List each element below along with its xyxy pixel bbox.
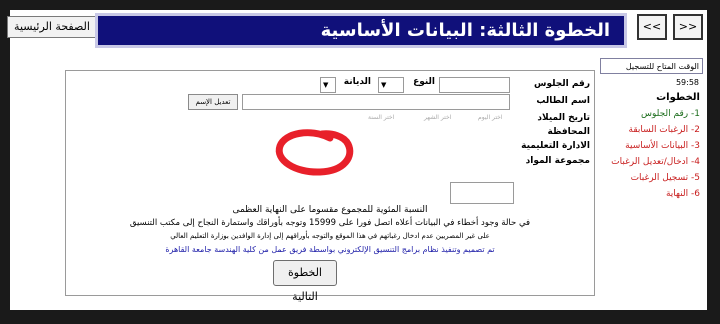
next-step-button[interactable]: الخطوة التالية xyxy=(273,260,337,303)
page-edge xyxy=(707,10,710,310)
error-note-2: على غير المصريين عدم ادخال رغباتهم في هذ… xyxy=(170,232,490,240)
religion-select[interactable]: ▼ xyxy=(320,77,336,93)
timer-label: الوقت المتاح للتسجيل xyxy=(625,62,699,71)
percentage-input[interactable] xyxy=(450,182,514,204)
page-header: الخطوة الثالثة: البيانات الأساسية xyxy=(95,13,627,48)
forward-button[interactable]: >> xyxy=(673,14,703,40)
birth-date-label: تاريخ الميلاد xyxy=(537,113,590,123)
steps-sidebar: الخطوات 1- رقم الجلوس 2- الرغبات السابقة… xyxy=(600,92,700,202)
month-select[interactable]: اختر الشهر xyxy=(424,114,451,121)
gender-select[interactable]: ▼ xyxy=(378,77,404,93)
red-circle-annotation xyxy=(275,129,354,176)
religion-label: الديانة xyxy=(343,77,371,87)
subjects-group-label: مجموعة المواد xyxy=(525,156,590,166)
back-button[interactable]: << xyxy=(637,14,667,40)
student-name-label: اسم الطالب xyxy=(536,96,590,106)
governorate-label: المحافظة xyxy=(547,127,590,137)
step-end[interactable]: 6- النهاية xyxy=(600,186,700,202)
page-title: الخطوة الثالثة: البيانات الأساسية xyxy=(320,20,610,41)
education-admin-label: الادارة التعليمية xyxy=(521,141,590,151)
gender-label: النوع xyxy=(413,77,435,87)
seat-number-input[interactable] xyxy=(439,77,510,93)
step-edit-wishes[interactable]: 4- ادخال/تعديل الرغبات xyxy=(600,154,700,170)
chevron-down-icon: ▼ xyxy=(323,81,329,89)
year-select[interactable]: اختر السنة xyxy=(368,114,394,121)
seat-number-label: رقم الجلوس xyxy=(534,79,590,89)
timer-value: 59:58 xyxy=(675,78,699,87)
percentage-note: النسبة المئوية للمجموع مقسوما على النهاي… xyxy=(232,205,428,215)
credits-note: تم تصميم وتنفيذ نظام برامج التنسيق الإلك… xyxy=(165,245,495,254)
steps-title: الخطوات xyxy=(656,92,700,103)
error-note-1: في حالة وجود أخطاء في البيانات أعلاه اتص… xyxy=(129,218,531,228)
chevron-down-icon: ▼ xyxy=(381,81,387,89)
step-seat-number[interactable]: 1- رقم الجلوس xyxy=(600,106,700,122)
step-register-wishes[interactable]: 5- تسجيل الرغبات xyxy=(600,170,700,186)
timer-box: الوقت المتاح للتسجيل 59:58 xyxy=(600,58,703,87)
student-name-input[interactable] xyxy=(242,94,510,110)
edit-name-button[interactable]: تعديل الإسم xyxy=(188,94,238,110)
step-previous-wishes[interactable]: 2- الرغبات السابقة xyxy=(600,122,700,138)
step-basic-data[interactable]: 3- البيانات الأساسية xyxy=(600,138,700,154)
day-select[interactable]: اختر اليوم xyxy=(478,114,503,121)
home-button[interactable]: الصفحة الرئيسية xyxy=(7,16,97,38)
